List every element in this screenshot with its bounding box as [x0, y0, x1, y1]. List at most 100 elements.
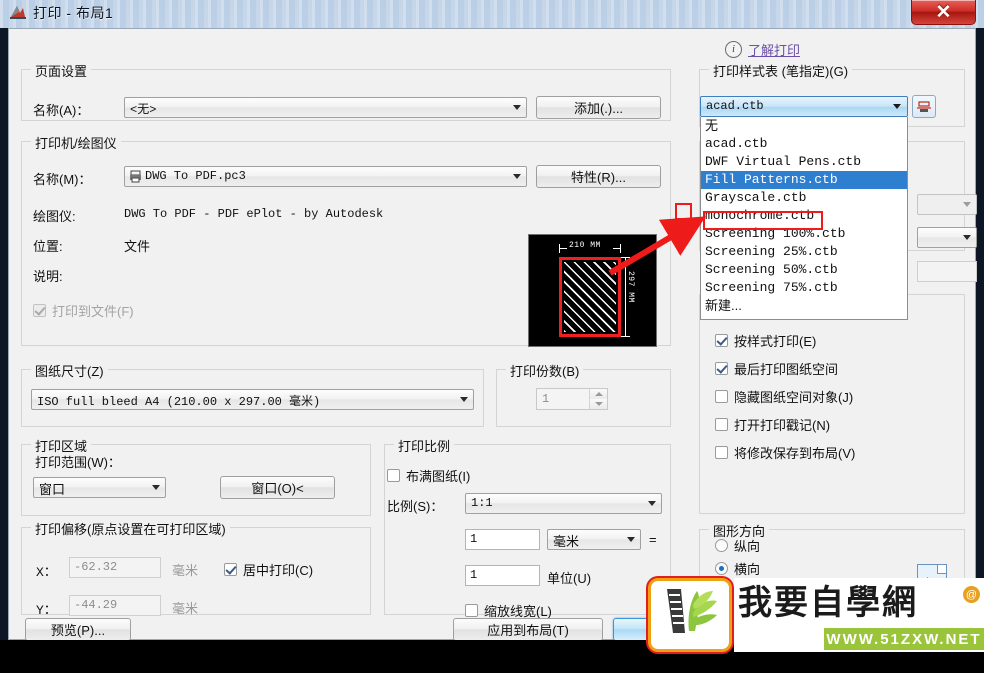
watermark-at-icon: @ — [963, 586, 980, 603]
dpi-input[interactable] — [917, 261, 977, 282]
paper-preview-thumbnail: 210 MM 297 MM — [528, 234, 657, 347]
spinner-up-icon[interactable] — [590, 389, 607, 399]
offset-y-input[interactable]: -44.29 — [69, 595, 161, 616]
plotter-value: DWG To PDF - PDF ePlot - by Autodesk — [124, 207, 384, 221]
copies-spinner[interactable]: 1 — [536, 388, 608, 410]
preview-dim-tick — [620, 244, 621, 253]
plot-style-option[interactable]: 无 — [701, 117, 907, 135]
plot-option-checkbox[interactable]: 打开打印戳记(N) — [715, 415, 830, 434]
plot-option-checkbox[interactable]: 将修改保存到布局(V) — [715, 443, 855, 462]
scale-combo[interactable]: 1:1 — [465, 493, 662, 514]
scale-denominator-input[interactable]: 1 — [465, 565, 540, 586]
plot-option-label: 打开打印戳记(N) — [734, 418, 831, 433]
plot-offset-title: 打印偏移(原点设置在可打印区域) — [31, 519, 230, 538]
offset-y-label: Y： — [36, 603, 57, 618]
plot-style-option[interactable]: 新建... — [701, 297, 907, 315]
shade-plot-combo[interactable] — [917, 194, 977, 215]
copies-title: 打印份数(B) — [506, 361, 584, 380]
spinner-buttons[interactable] — [589, 389, 607, 409]
watermark-logo — [648, 578, 732, 652]
orientation-landscape-radio[interactable]: 横向 — [715, 559, 760, 578]
orientation-portrait-label: 纵向 — [734, 539, 761, 554]
offset-y-value: -44.29 — [74, 598, 118, 612]
preview-button[interactable]: 预览(P)... — [25, 618, 131, 641]
learn-about-plotting-link[interactable]: 了解打印 — [748, 40, 800, 59]
title-bar: 打印 - 布局1 ✕ — [0, 0, 984, 28]
checkbox-unchecked-icon — [465, 604, 478, 617]
scale-units-label: 单位(U) — [547, 571, 592, 586]
scale-unit-value: 毫米 — [553, 534, 580, 549]
quality-combo[interactable] — [917, 227, 977, 248]
plot-style-option[interactable]: Screening 50%.ctb — [701, 261, 907, 279]
offset-y-unit: 毫米 — [172, 601, 199, 616]
scale-numerator-input[interactable]: 1 — [465, 529, 540, 550]
close-icon: ✕ — [935, 1, 952, 23]
printer-icon — [129, 170, 142, 186]
plot-to-file-checkbox[interactable]: 打印到文件(F) — [33, 301, 134, 320]
plot-style-option[interactable]: Fill Patterns.ctb — [701, 171, 907, 189]
scale-denominator-value: 1 — [470, 568, 478, 582]
plot-style-option[interactable]: Screening 100%.ctb — [701, 225, 907, 243]
plot-option-label: 按样式打印(E) — [734, 334, 817, 349]
plot-option-label: 最后打印图纸空间 — [734, 362, 839, 377]
printer-properties-button[interactable]: 特性(R)... — [536, 165, 661, 188]
chevron-down-icon — [508, 99, 525, 116]
plot-style-option[interactable]: DWF Virtual Pens.ctb — [701, 153, 907, 171]
spinner-down-icon[interactable] — [590, 399, 607, 409]
chevron-down-icon — [958, 229, 975, 246]
checkbox-checked-icon — [33, 304, 46, 317]
plot-option-checkbox[interactable]: 最后打印图纸空间 — [715, 359, 838, 378]
plot-style-option[interactable]: monochrome.ctb — [701, 207, 907, 225]
plot-option-checkbox[interactable]: 按样式打印(E) — [715, 331, 816, 350]
offset-x-value: -62.32 — [74, 560, 118, 574]
printer-name-label: 名称(M)： — [33, 172, 92, 187]
preview-dim-tick — [559, 244, 560, 253]
offset-x-input[interactable]: -62.32 — [69, 557, 161, 578]
plotter-label: 绘图仪: — [33, 209, 76, 224]
orientation-portrait-radio[interactable]: 纵向 — [715, 536, 760, 555]
fit-to-paper-checkbox[interactable]: 布满图纸(I) — [387, 466, 470, 485]
info-icon: i — [724, 41, 742, 58]
plot-style-editor-icon — [917, 100, 931, 112]
plot-area-window-button[interactable]: 窗口(O)< — [220, 476, 335, 499]
plot-to-file-label: 打印到文件(F) — [52, 304, 134, 319]
chevron-down-icon — [888, 98, 905, 115]
plot-option-checkbox[interactable]: 隐藏图纸空间对象(J) — [715, 387, 853, 406]
apply-to-layout-button[interactable]: 应用到布局(T) — [453, 618, 603, 641]
watermark-brand: 我要自學網 — [738, 583, 918, 623]
page-setup-name-value: <无> — [130, 103, 157, 117]
paper-size-combo[interactable]: ISO full bleed A4 (210.00 x 297.00 毫米) — [31, 389, 474, 410]
preview-width-text: 210 MM — [569, 241, 601, 250]
printer-name-combo[interactable]: DWG To PDF.pc3 — [124, 166, 527, 187]
plot-style-option[interactable]: Grayscale.ctb — [701, 189, 907, 207]
close-button[interactable]: ✕ — [911, 0, 976, 25]
window-left-edge — [0, 28, 8, 640]
description-label: 说明: — [33, 269, 63, 284]
plot-style-selected-value: acad.ctb — [706, 99, 764, 113]
location-value: 文件 — [124, 239, 151, 254]
plot-style-editor-button[interactable] — [912, 95, 936, 118]
plot-style-option[interactable]: Screening 75%.ctb — [701, 279, 907, 297]
paper-size-title: 图纸尺寸(Z) — [31, 361, 108, 380]
plot-style-title: 打印样式表 (笔指定)(G) — [709, 61, 853, 80]
plot-style-table-combo[interactable]: acad.ctb — [700, 96, 908, 117]
scale-unit-combo[interactable]: 毫米 — [547, 529, 641, 550]
chevron-down-icon — [958, 196, 975, 213]
checkbox-unchecked-icon — [715, 418, 728, 431]
plot-style-option[interactable]: Screening 25%.ctb — [701, 243, 907, 261]
chevron-down-icon — [455, 391, 472, 408]
chevron-down-icon — [508, 168, 525, 185]
plot-style-dropdown-list[interactable]: 无 acad.ctb DWF Virtual Pens.ctb Fill Patter… — [700, 117, 908, 320]
checkbox-checked-icon — [715, 362, 728, 375]
preview-dim-tick — [621, 336, 630, 337]
printer-group-title: 打印机/绘图仪 — [31, 133, 121, 152]
checkbox-checked-icon — [715, 334, 728, 347]
offset-x-label: X： — [36, 565, 57, 580]
add-page-setup-button[interactable]: 添加(.)... — [536, 96, 661, 119]
plot-area-what-combo[interactable]: 窗口 — [33, 477, 166, 498]
page-setup-name-combo[interactable]: <无> — [124, 97, 527, 118]
scale-equals-sign: = — [649, 532, 657, 547]
center-plot-checkbox[interactable]: 居中打印(C) — [224, 560, 313, 579]
plot-style-option[interactable]: acad.ctb — [701, 135, 907, 153]
watermark: 我要自學網 @ WWW.51ZXW.NET — [648, 578, 984, 653]
